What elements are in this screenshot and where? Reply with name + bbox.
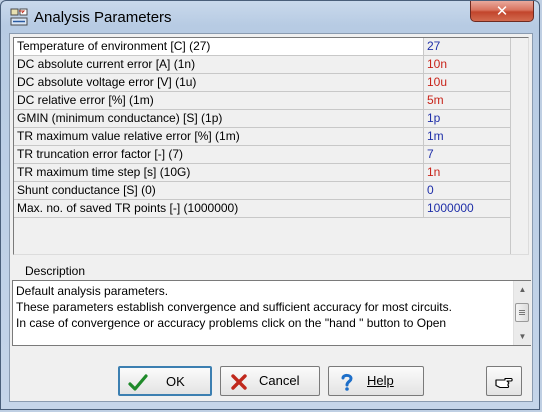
- close-icon: ✕: [495, 2, 509, 20]
- ok-button[interactable]: OK: [118, 366, 212, 396]
- parameter-value[interactable]: 1m: [427, 128, 507, 145]
- cancel-button[interactable]: Cancel: [220, 366, 320, 396]
- cancel-label: Cancel: [259, 373, 300, 388]
- parameter-name: DC absolute current error [A] (1n): [14, 56, 424, 73]
- analysis-app-icon: [10, 8, 28, 26]
- parameter-name: GMIN (minimum conductance) [S] (1p): [14, 110, 424, 127]
- parameter-value[interactable]: 10u: [427, 74, 507, 91]
- help-label: Help: [367, 373, 394, 388]
- parameter-name: DC absolute voltage error [V] (1u): [14, 74, 424, 91]
- close-button[interactable]: ✕: [470, 1, 534, 22]
- parameter-name: Max. no. of saved TR points [-] (1000000…: [14, 200, 424, 217]
- parameter-row[interactable]: DC absolute voltage error [V] (1u) 10u: [14, 74, 510, 92]
- checkmark-icon: [128, 374, 148, 391]
- title-bar[interactable]: Analysis Parameters ✕: [1, 1, 539, 33]
- scroll-up-icon[interactable]: ▲: [514, 281, 531, 298]
- question-mark-icon: [341, 373, 353, 391]
- scroll-down-icon[interactable]: ▼: [514, 328, 531, 345]
- description-line: Default analysis parameters.: [16, 284, 169, 298]
- grip-line: [519, 312, 525, 313]
- description-line: These parameters establish convergence a…: [16, 300, 452, 314]
- parameter-value[interactable]: 27: [427, 38, 507, 55]
- parameter-name: TR truncation error factor [-] (7): [14, 146, 424, 163]
- parameter-value[interactable]: 10n: [427, 56, 507, 73]
- parameter-row[interactable]: Max. no. of saved TR points [-] (1000000…: [14, 200, 510, 218]
- parameter-row[interactable]: TR maximum time step [s] (10G) 1n: [14, 164, 510, 182]
- description-scrollbar[interactable]: ▲ ▼: [513, 281, 531, 345]
- parameter-name: Shunt conductance [S] (0): [14, 182, 424, 199]
- grip-line: [519, 310, 525, 311]
- parameter-row[interactable]: TR truncation error factor [-] (7) 7: [14, 146, 510, 164]
- parameter-grid: Temperature of environment [C] (27) 27 DC …: [13, 37, 529, 255]
- parameter-name: TR maximum time step [s] (10G): [14, 164, 424, 181]
- parameter-row[interactable]: TR maximum value relative error [%] (1m)…: [14, 128, 510, 146]
- parameter-row[interactable]: Shunt conductance [S] (0) 0: [14, 182, 510, 200]
- description-line: In case of convergence or accuracy probl…: [16, 316, 447, 330]
- parameter-value[interactable]: 1p: [427, 110, 507, 127]
- parameter-row[interactable]: Temperature of environment [C] (27) 27: [14, 38, 510, 56]
- pointing-hand-icon: [495, 377, 513, 389]
- analysis-parameters-window: Analysis Parameters ✕ Temperature of env…: [0, 0, 540, 410]
- ok-label: OK: [166, 374, 185, 389]
- grid-divider: [510, 38, 511, 254]
- description-label: Description: [25, 264, 86, 278]
- parameter-row[interactable]: DC absolute current error [A] (1n) 10n: [14, 56, 510, 74]
- parameter-name: DC relative error [%] (1m): [14, 92, 424, 109]
- scroll-thumb[interactable]: [515, 303, 529, 322]
- parameter-value[interactable]: 1n: [427, 164, 507, 181]
- window-title: Analysis Parameters: [34, 9, 172, 26]
- parameter-value[interactable]: 0: [427, 182, 507, 199]
- parameter-value[interactable]: 7: [427, 146, 507, 163]
- description-box[interactable]: Default analysis parameters. These param…: [12, 280, 531, 346]
- description-text: Default analysis parameters. These param…: [16, 283, 510, 331]
- parameter-name: Temperature of environment [C] (27): [14, 38, 424, 55]
- parameter-row[interactable]: DC relative error [%] (1m) 5m: [14, 92, 510, 110]
- parameter-name: TR maximum value relative error [%] (1m): [14, 128, 424, 145]
- grip-line: [519, 314, 525, 315]
- dialog-body: Temperature of environment [C] (27) 27 DC …: [9, 33, 533, 402]
- parameter-value[interactable]: 5m: [427, 92, 507, 109]
- parameter-row[interactable]: GMIN (minimum conductance) [S] (1p) 1p: [14, 110, 510, 128]
- x-mark-icon: [231, 374, 247, 390]
- parameter-value[interactable]: 1000000: [427, 200, 507, 217]
- hand-button[interactable]: [486, 366, 522, 396]
- help-button[interactable]: Help: [328, 366, 424, 396]
